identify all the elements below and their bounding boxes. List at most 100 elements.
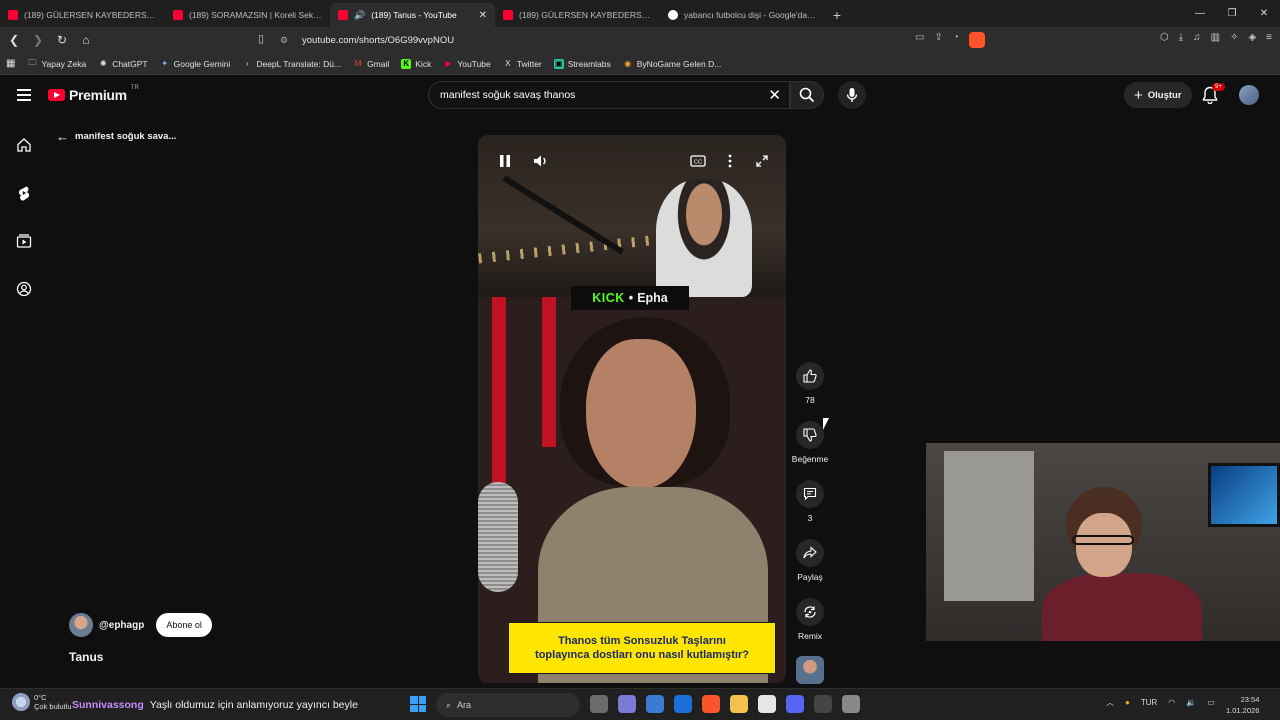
window-controls: — ❐ ✕ — [1184, 0, 1280, 27]
home-icon[interactable] — [15, 136, 33, 154]
bookmark-gmail[interactable]: M Gmail — [353, 59, 390, 69]
back-to-search-link[interactable]: ← manifest soğuk sava... — [56, 129, 176, 144]
apps-grid-icon[interactable]: ▦ — [6, 58, 15, 69]
forward-icon[interactable]: ❯ — [28, 30, 48, 50]
youtube-premium-logo[interactable]: Premium TR — [48, 85, 139, 103]
home-icon[interactable]: ⌂ — [76, 30, 96, 50]
bookmark-streamlabs[interactable]: ▣ Streamlabs — [553, 58, 611, 69]
share-button[interactable]: Paylaş — [790, 539, 830, 582]
bookmark-icon[interactable]: ▯ — [258, 32, 264, 45]
discord-icon[interactable] — [786, 695, 804, 713]
bookmark-deepl[interactable]: › DeepL Translate: Dü... — [242, 59, 341, 69]
account-avatar[interactable] — [1239, 85, 1259, 105]
obs-icon[interactable] — [814, 695, 832, 713]
close-window-icon[interactable]: ✕ — [1248, 0, 1280, 27]
volume-icon[interactable]: 🔉 — [1186, 698, 1196, 707]
shorts-icon[interactable] — [15, 184, 33, 202]
bookmark-twitter[interactable]: X Twitter — [503, 59, 542, 69]
address-bar[interactable]: ⚙ youtube.com/shorts/O6G99vvpNOU — [280, 31, 1000, 49]
browser-tab[interactable]: (189) SORAMAZSIN | Koreli Seksomo — [165, 3, 330, 27]
background-monitor — [1208, 463, 1280, 527]
shorts-player[interactable]: KICK • Epha Thanos tüm Sonsuzluk Taşları… — [478, 135, 786, 683]
minimize-icon[interactable]: — — [1184, 0, 1216, 27]
bookmark-youtube[interactable]: ▶ YouTube — [443, 59, 490, 69]
menu-icon[interactable]: ≡ — [1266, 32, 1272, 43]
tab-title: (189) GÜLERSEN KAYBEDERSİN w/ Ca — [519, 10, 652, 20]
youtube-icon — [173, 10, 183, 20]
browser-tab[interactable]: (189) GÜLERSEN KAYBEDERSİN w/ Ca — [495, 3, 660, 27]
weather-widget[interactable]: 0°C Çok bulutlu — [12, 693, 72, 712]
notifications-button[interactable]: 9+ — [1202, 83, 1225, 105]
browser-tab-active[interactable]: 🔊 (189) Tanus - YouTube ✕ — [330, 3, 495, 27]
music-icon[interactable]: ♫ — [1193, 32, 1201, 43]
browser-tab[interactable]: yabancı futbolcu dişi - Google'da Ara — [660, 3, 825, 27]
video-caption: Thanos tüm Sonsuzluk Taşlarını toplayınc… — [508, 622, 776, 674]
search-input[interactable]: manifest soğuk savaş thanos ✕ — [428, 81, 790, 109]
taskbar-search[interactable]: ⌕ Ara — [436, 693, 580, 717]
subscribe-button[interactable]: Abone ol — [156, 613, 212, 637]
gmail-icon: M — [354, 59, 362, 68]
extensions-icon[interactable]: ⬡ — [1160, 32, 1169, 43]
clock-time: 23:54 — [1240, 695, 1260, 704]
like-button[interactable]: 78 — [790, 362, 830, 405]
app-icon[interactable] — [618, 695, 636, 713]
captions-icon[interactable]: CC — [687, 150, 709, 172]
close-tab-icon[interactable]: ✕ — [479, 10, 487, 21]
weather-desc: Çok bulutlu — [34, 702, 72, 712]
bookmark-bynogame[interactable]: ◉ ByNoGame Gelen D... — [623, 59, 721, 69]
search-button[interactable] — [790, 81, 824, 109]
channel-handle[interactable]: @ephagp — [99, 620, 144, 631]
clear-search-icon[interactable]: ✕ — [768, 86, 781, 104]
bookmark-gemini[interactable]: ✦ Google Gemini — [160, 59, 230, 69]
file-explorer-icon[interactable] — [730, 695, 748, 713]
rss-icon[interactable]: ◔ — [953, 32, 959, 48]
channel-info: @ephagp Abone ol — [69, 613, 212, 637]
taskbar-clock[interactable]: 23:54 1.01.2026 — [1226, 694, 1259, 717]
bookmark-chatgpt[interactable]: ✺ ChatGPT — [98, 59, 148, 69]
pause-icon[interactable] — [494, 150, 516, 172]
volume-icon[interactable] — [530, 150, 552, 172]
search-query: manifest soğuk savaş thanos — [440, 89, 576, 101]
cast-icon[interactable]: ▭ — [915, 32, 924, 48]
settings-icon[interactable] — [842, 695, 860, 713]
bookmark-kick[interactable]: K Kick — [401, 58, 431, 69]
you-icon[interactable] — [15, 280, 33, 298]
new-tab-button[interactable]: + — [825, 3, 849, 27]
remix-button[interactable]: Remix — [790, 598, 830, 641]
battery-icon[interactable]: ▭ — [1207, 698, 1215, 707]
vpn-icon[interactable]: ◈ — [1248, 32, 1256, 43]
wifi-icon[interactable]: ◠ — [1168, 698, 1175, 707]
reload-icon[interactable]: ↻ — [52, 30, 72, 50]
comment-icon — [796, 480, 824, 508]
brave-shield-icon[interactable] — [968, 32, 985, 48]
guide-menu-icon[interactable] — [17, 89, 31, 101]
sound-source-avatar[interactable] — [796, 656, 824, 684]
site-info-icon[interactable]: ⚙ — [280, 35, 294, 46]
room-window — [944, 451, 1034, 601]
back-icon[interactable]: ❮ — [4, 30, 24, 50]
bookmark-yapay-zeka[interactable]: 🗀 Yapay Zeka — [27, 58, 86, 69]
leo-ai-icon[interactable]: ✧ — [1230, 32, 1238, 43]
download-icon[interactable]: ⤓ — [1179, 32, 1183, 43]
chevron-up-icon[interactable]: ︿ — [1106, 697, 1114, 708]
more-options-icon[interactable] — [719, 150, 741, 172]
subscriptions-icon[interactable] — [15, 232, 33, 250]
microphone-icon[interactable]: ● — [1125, 698, 1130, 707]
channel-avatar[interactable] — [69, 613, 93, 637]
store-icon[interactable] — [758, 695, 776, 713]
browser-tab[interactable]: (189) GÜLERSEN KAYBEDERSİN 2026 — [0, 3, 165, 27]
sidebar-icon[interactable]: ▥ — [1211, 32, 1220, 43]
maximize-icon[interactable]: ❐ — [1216, 0, 1248, 27]
calculator-icon[interactable] — [646, 695, 664, 713]
comments-button[interactable]: 3 — [790, 480, 830, 523]
voice-search-button[interactable] — [838, 81, 866, 109]
chatgpt-icon: ✺ — [99, 59, 107, 68]
share-icon[interactable]: ⇪ — [934, 32, 942, 48]
edge-icon[interactable] — [674, 695, 692, 713]
task-view-icon[interactable] — [590, 695, 608, 713]
windows-start-icon[interactable] — [410, 696, 426, 712]
create-button[interactable]: + Oluştur — [1124, 82, 1192, 108]
language-indicator[interactable]: TUR — [1141, 698, 1157, 707]
brave-icon[interactable] — [702, 695, 720, 713]
fullscreen-icon[interactable] — [751, 150, 773, 172]
